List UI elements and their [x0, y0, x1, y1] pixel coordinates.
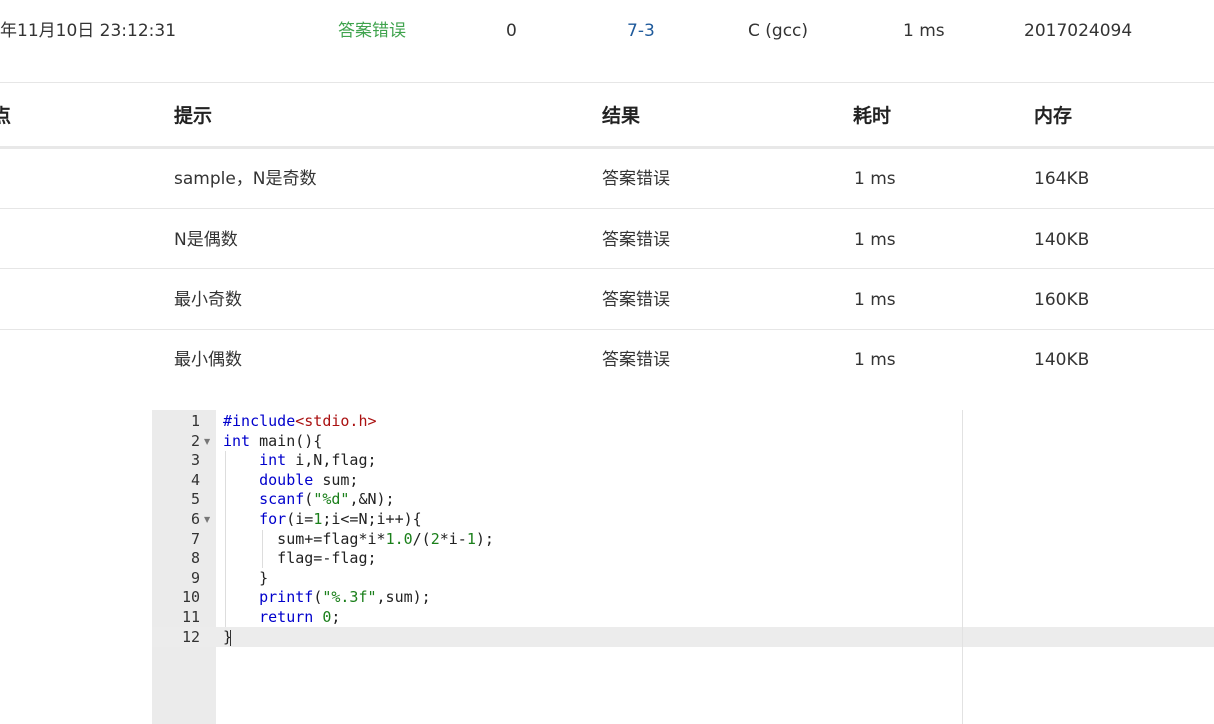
header-point: 点: [0, 105, 12, 127]
case-hint: N是偶数: [174, 230, 238, 250]
header-divider: [0, 146, 1214, 149]
active-line-highlight: [152, 627, 1214, 647]
submission-status: 答案错误: [338, 21, 406, 41]
case-memory: 164KB: [1034, 169, 1090, 189]
case-result: 答案错误: [602, 290, 670, 310]
fold-arrow-icon[interactable]: ▼: [204, 510, 210, 530]
code-text: int i,N,flag;: [259, 451, 377, 470]
code-line: scanf("%d",&N);: [223, 490, 395, 510]
code-line: #include<stdio.h>: [223, 412, 377, 432]
code-line: double sum;: [223, 471, 358, 491]
text-cursor: [230, 630, 231, 646]
case-hint: 最小奇数: [174, 290, 242, 310]
row-divider: [0, 208, 1214, 209]
code-text: for(i=1;i<=N;i++){: [259, 510, 422, 528]
line-number: 7: [190, 529, 200, 548]
case-memory: 140KB: [1034, 230, 1090, 250]
code-text: flag=-flag;: [223, 549, 377, 568]
code-text: printf("%.3f",sum);: [259, 588, 431, 607]
divider: [0, 82, 1214, 83]
code-text: #include<stdio.h>: [223, 412, 377, 430]
case-hint: sample，N是奇数: [174, 169, 317, 189]
problem-link[interactable]: 7-3: [627, 20, 655, 42]
submission-duration: 1 ms: [903, 21, 945, 41]
line-number: 12: [181, 627, 200, 646]
line-number: 3: [190, 451, 200, 470]
line-number: 10: [181, 588, 200, 607]
line-number: 9: [190, 568, 200, 587]
row-divider: [0, 329, 1214, 330]
case-result: 答案错误: [602, 169, 670, 189]
line-number: 1: [190, 412, 200, 430]
code-text: double sum;: [259, 470, 359, 489]
header-result: 结果: [602, 105, 641, 127]
submission-compiler: C (gcc): [748, 21, 809, 41]
submission-score: 0: [506, 21, 517, 41]
code-text: scanf("%d",&N);: [259, 490, 395, 509]
code-line: for(i=1;i<=N;i++){: [223, 510, 422, 530]
row-divider: [0, 268, 1214, 269]
case-memory: 140KB: [1034, 350, 1090, 370]
header-hint: 提示: [174, 105, 213, 127]
line-number: 11: [181, 608, 200, 626]
case-time: 1 ms: [854, 230, 896, 250]
submission-user[interactable]: 2017024094: [1024, 20, 1132, 42]
code-text: sum+=flag*i*1.0/(2*i-1);: [223, 529, 494, 548]
case-time: 1 ms: [854, 290, 896, 310]
code-line: int i,N,flag;: [223, 451, 377, 471]
case-result: 答案错误: [602, 230, 670, 250]
code-editor[interactable]: 1 2 3 4 5 6 7 8 9 10 11 12 ▼ ▼ #include<…: [152, 410, 1214, 724]
code-line: }: [223, 569, 268, 589]
header-time: 耗时: [853, 105, 892, 127]
code-line: return 0;: [223, 608, 340, 628]
print-margin: [962, 410, 963, 724]
line-number: 2: [190, 431, 200, 450]
code-line: printf("%.3f",sum);: [223, 588, 431, 608]
code-line: flag=-flag;: [223, 549, 377, 569]
case-hint: 最小偶数: [174, 350, 242, 370]
case-memory: 160KB: [1034, 290, 1090, 310]
line-number: 8: [190, 549, 200, 568]
line-number: 4: [190, 470, 200, 489]
line-number: 5: [190, 490, 200, 509]
line-number: 6: [190, 510, 200, 528]
code-line: int main(){: [223, 432, 322, 452]
code-text: int main(){: [223, 431, 323, 450]
code-line: sum+=flag*i*1.0/(2*i-1);: [223, 530, 494, 550]
fold-arrow-icon[interactable]: ▼: [204, 432, 210, 452]
submission-time: 年11月10日 23:12:31: [0, 21, 177, 41]
case-time: 1 ms: [854, 169, 896, 189]
case-time: 1 ms: [854, 350, 896, 370]
code-text: }: [223, 568, 269, 587]
case-result: 答案错误: [602, 350, 670, 370]
code-text: return 0;: [259, 608, 341, 626]
header-memory: 内存: [1034, 105, 1073, 127]
